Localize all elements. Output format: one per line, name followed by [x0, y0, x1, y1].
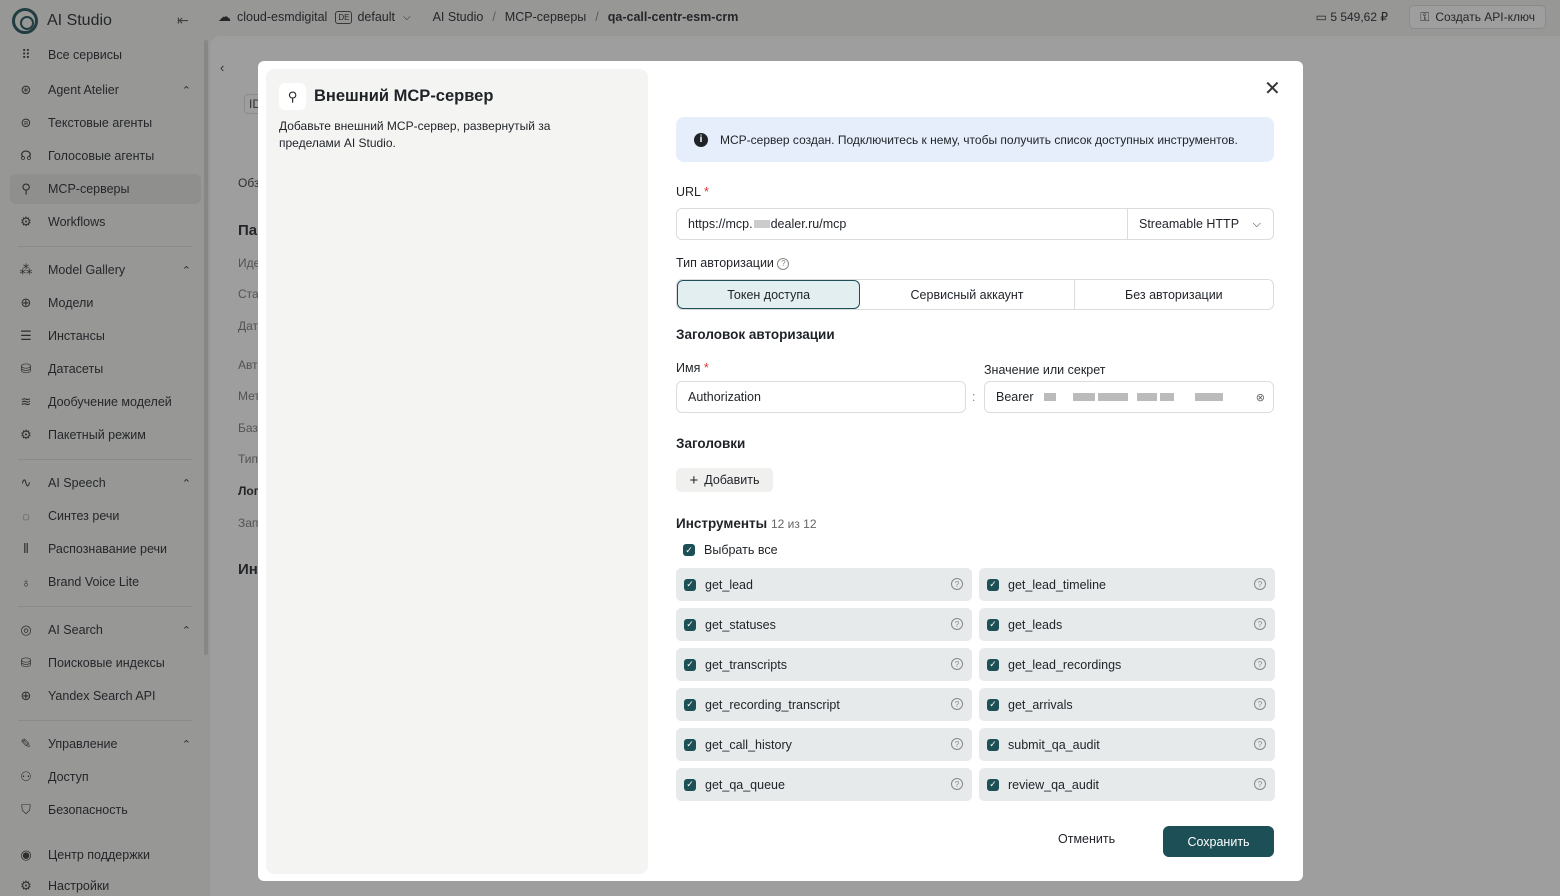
checkbox-checked-icon[interactable]: ✓	[987, 578, 999, 591]
tool-item[interactable]: ✓ get_statuses?	[676, 608, 972, 641]
url-suffix: dealer.ru/mcp	[770, 217, 847, 231]
dialog-title: Внешний MCP-сервер	[314, 87, 494, 105]
help-icon[interactable]: ?	[951, 698, 963, 710]
tool-item[interactable]: ✓ get_arrivals?	[979, 688, 1275, 721]
checkbox-checked-icon[interactable]: ✓	[987, 618, 999, 631]
headers-title: Заголовки	[676, 436, 746, 451]
auth-option-none[interactable]: Без авторизации	[1075, 280, 1273, 309]
help-icon[interactable]: ?	[1254, 618, 1266, 630]
checkbox-checked-icon[interactable]: ✓	[987, 778, 999, 791]
add-header-label: Добавить	[704, 473, 760, 487]
info-text: MCP-сервер создан. Подключитесь к нему, …	[720, 132, 1238, 147]
header-name-value: Authorization	[688, 390, 761, 404]
help-icon[interactable]: ?	[1254, 738, 1266, 750]
header-name-input[interactable]: Authorization	[676, 381, 966, 413]
help-icon[interactable]: ?	[951, 618, 963, 630]
secret-prefix: Bearer	[996, 390, 1034, 404]
help-icon[interactable]: ?	[951, 578, 963, 590]
help-icon[interactable]: ?	[1254, 578, 1266, 590]
checkbox-checked-icon[interactable]: ✓	[987, 658, 999, 671]
url-redacted	[753, 220, 770, 228]
help-icon[interactable]: ?	[951, 658, 963, 670]
tool-item[interactable]: ✓ get_lead_recordings?	[979, 648, 1275, 681]
tool-item[interactable]: ✓ submit_qa_audit?	[979, 728, 1275, 761]
clear-icon[interactable]: ⊗	[1256, 391, 1265, 404]
tools-title-text: Инструменты	[676, 516, 768, 531]
name-label: Имя *	[676, 361, 709, 375]
tool-name: get_statuses	[705, 617, 776, 632]
dialog-description: Добавьте внешний MCP-сервер, развернутый…	[279, 119, 551, 150]
checkbox-checked-icon[interactable]: ✓	[684, 698, 696, 711]
select-all-checkbox[interactable]: ✓ Выбрать все	[683, 543, 778, 557]
tool-item[interactable]: ✓ get_recording_transcript?	[676, 688, 972, 721]
close-icon[interactable]: ✕	[1264, 79, 1281, 99]
tool-name: get_lead_recordings	[1008, 657, 1122, 672]
checkbox-checked-icon[interactable]: ✓	[987, 738, 999, 751]
tool-item[interactable]: ✓ get_leads?	[979, 608, 1275, 641]
tool-item[interactable]: ✓ get_qa_queue?	[676, 768, 972, 801]
save-button[interactable]: Сохранить	[1163, 826, 1274, 857]
external-mcp-server-dialog: ⚲ Внешний MCP-сервер Добавьте внешний MC…	[258, 61, 1303, 881]
select-all-label: Выбрать все	[704, 543, 778, 557]
tool-item[interactable]: ✓ get_transcripts?	[676, 648, 972, 681]
checkbox-checked-icon[interactable]: ✓	[684, 738, 696, 751]
help-icon[interactable]: ?	[1254, 658, 1266, 670]
checkbox-checked-icon[interactable]: ✓	[987, 698, 999, 711]
auth-header-title: Заголовок авторизации	[676, 327, 835, 342]
help-icon[interactable]: ?	[951, 778, 963, 790]
secret-redacted	[1043, 393, 1223, 401]
tools-title: Инструменты 12 из 12	[676, 516, 817, 531]
add-header-button[interactable]: + Добавить	[676, 468, 773, 492]
tool-name: get_qa_queue	[705, 777, 785, 792]
url-label-text: URL	[676, 185, 701, 199]
mcp-server-icon: ⚲	[279, 83, 306, 110]
checkbox-checked-icon: ✓	[683, 544, 695, 556]
chevron-down-icon: ⌵	[1252, 217, 1261, 230]
dialog-side-panel: ⚲ Внешний MCP-сервер Добавьте внешний MC…	[266, 69, 648, 874]
tool-name: submit_qa_audit	[1008, 737, 1100, 752]
tool-name: get_lead_timeline	[1008, 577, 1106, 592]
transport-value: Streamable HTTP	[1139, 217, 1240, 231]
auth-type-label-text: Тип авторизации	[676, 256, 774, 270]
checkbox-checked-icon[interactable]: ✓	[684, 578, 696, 591]
tool-item[interactable]: ✓ get_lead?	[676, 568, 972, 601]
tool-name: get_arrivals	[1008, 697, 1073, 712]
url-label: URL *	[676, 185, 709, 199]
url-input[interactable]: https://mcp. dealer.ru/mcp	[676, 208, 1128, 240]
plus-icon: +	[689, 471, 699, 489]
info-icon: i	[694, 132, 708, 147]
cancel-button[interactable]: Отменить	[1058, 832, 1115, 846]
tool-name: get_call_history	[705, 737, 792, 752]
help-icon[interactable]: ?	[951, 738, 963, 750]
tool-item[interactable]: ✓ get_lead_timeline?	[979, 568, 1275, 601]
help-icon[interactable]: ?	[1254, 778, 1266, 790]
help-icon[interactable]: ?	[777, 257, 790, 270]
tool-name: get_leads	[1008, 617, 1063, 632]
tool-name: get_recording_transcript	[705, 697, 840, 712]
checkbox-checked-icon[interactable]: ✓	[684, 658, 696, 671]
url-prefix: https://mcp.	[688, 217, 753, 231]
tool-name: get_transcripts	[705, 657, 787, 672]
tools-count: 12 из 12	[770, 517, 817, 531]
tool-item[interactable]: ✓ get_call_history?	[676, 728, 972, 761]
checkbox-checked-icon[interactable]: ✓	[684, 618, 696, 631]
tool-item[interactable]: ✓ review_qa_audit?	[979, 768, 1275, 801]
auth-type-segmented: Токен доступа Сервисный аккаунт Без авто…	[676, 279, 1274, 310]
help-icon[interactable]: ?	[1254, 698, 1266, 710]
tool-name: get_lead	[705, 577, 753, 592]
auth-type-label: Тип авторизации ?	[676, 256, 790, 270]
colon-separator: :	[972, 390, 976, 404]
info-banner: i MCP-сервер создан. Подключитесь к нему…	[676, 117, 1274, 162]
auth-option-service-account[interactable]: Сервисный аккаунт	[860, 280, 1075, 309]
name-label-text: Имя	[676, 361, 701, 375]
checkbox-checked-icon[interactable]: ✓	[684, 778, 696, 791]
header-secret-input[interactable]: Bearer ⊗	[984, 381, 1274, 413]
transport-select[interactable]: Streamable HTTP ⌵	[1127, 208, 1274, 240]
auth-option-token[interactable]: Токен доступа	[677, 280, 861, 309]
tool-name: review_qa_audit	[1008, 777, 1100, 792]
secret-label: Значение или секрет	[984, 363, 1106, 377]
